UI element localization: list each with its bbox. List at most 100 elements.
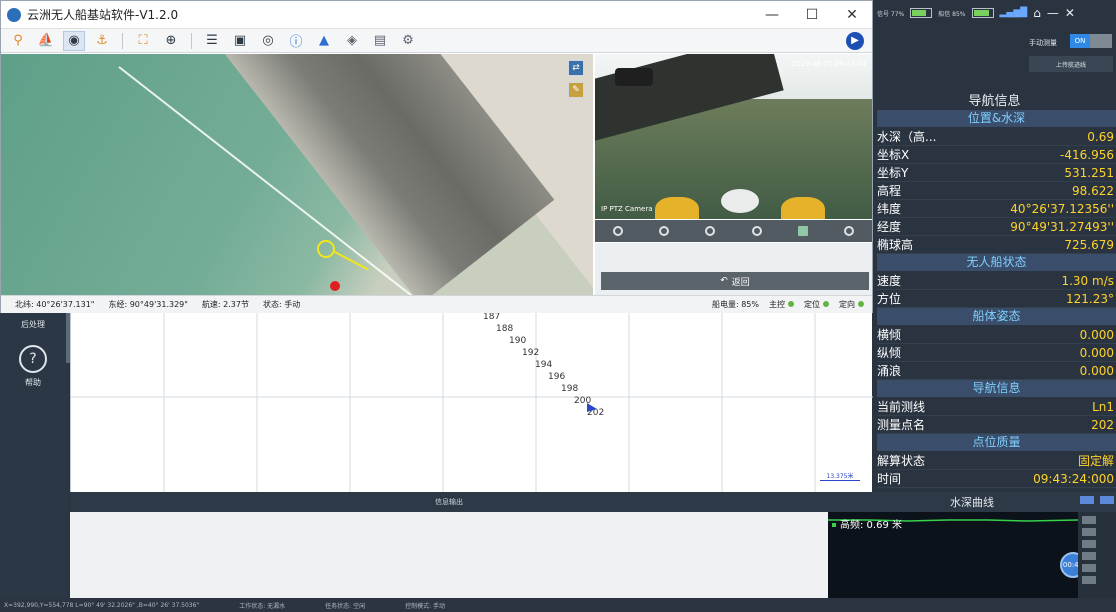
expand-icon[interactable]: ⛶: [132, 31, 154, 51]
info-label: 椭球高: [877, 238, 914, 252]
app-logo-icon: [7, 7, 21, 22]
back-button[interactable]: ↶ 返回: [601, 272, 869, 290]
close-panel-icon[interactable]: ✕: [1065, 6, 1075, 20]
status-dot-icon: [858, 301, 864, 307]
camera-snapshot-icon[interactable]: [797, 226, 808, 236]
info-row: 纬度 40°26'37.12356'': [877, 200, 1116, 218]
upload-track-button[interactable]: 上传航迹线: [1029, 56, 1113, 72]
home-icon[interactable]: ⌂: [1033, 6, 1041, 20]
camera-ctrl-icon[interactable]: [751, 226, 762, 236]
camera-label: IP PTZ Camera: [601, 205, 653, 213]
track-plot[interactable]: 187 188 190 192 194 196 198 200 202 13.375米: [70, 313, 873, 492]
camera-ctrl-icon[interactable]: [659, 226, 670, 236]
info-label: 高程: [877, 184, 902, 198]
info-row: 纵倾 0.000: [877, 344, 1116, 362]
camera-icon[interactable]: ◎: [257, 31, 279, 51]
panel-mini-button[interactable]: [1080, 496, 1094, 504]
minimize-panel-icon[interactable]: —: [1047, 6, 1059, 20]
track-point-label: 192: [522, 348, 539, 358]
section-title: 导航信息: [877, 380, 1116, 397]
back-label: 返回: [731, 277, 750, 288]
marker-icon[interactable]: ⚲: [7, 31, 29, 51]
close-button[interactable]: ✕: [832, 1, 872, 29]
minimize-button[interactable]: —: [752, 1, 792, 29]
list-icon[interactable]: ☰: [201, 31, 223, 51]
maximize-button[interactable]: ☐: [792, 1, 832, 29]
scale-bar: 13.375米: [820, 471, 860, 481]
depth-readout: 高频: 0.69 米: [832, 516, 902, 531]
battery-readout: 船电量: 85%: [711, 300, 759, 309]
map-tool-icon[interactable]: ✎: [568, 82, 584, 98]
nav-help[interactable]: ? 帮助: [0, 345, 66, 388]
manual-measure-toggle[interactable]: ON: [1070, 34, 1112, 48]
depth-panel: 水深曲线 高频: 0.69 米 00:47: [828, 492, 1116, 598]
battery-left-icon: [910, 8, 933, 18]
info-label: 解算状态: [877, 454, 926, 468]
info-row: 速度 1.30 m/s: [877, 272, 1116, 290]
panel-mini-button[interactable]: [1100, 496, 1114, 504]
track-point-label: 190: [509, 336, 526, 346]
camera-ctrl-icon[interactable]: [705, 226, 716, 236]
info-value: 725.679: [1064, 238, 1114, 252]
target-icon[interactable]: ⊕: [160, 31, 182, 51]
map-layer-icon[interactable]: ⇄: [568, 60, 584, 76]
signal-bars-icon: ▂▄▆█: [999, 8, 1028, 18]
info-label: 纬度: [877, 202, 902, 216]
latitude-readout: 北纬: 40°26'37.131": [15, 300, 95, 309]
settings-icon[interactable]: ⚙: [397, 31, 419, 51]
section-title: 船体姿态: [877, 308, 1116, 325]
info-row: 测量点名 202: [877, 416, 1116, 434]
info-value: Ln1: [1092, 400, 1114, 414]
section-title: 无人船状态: [877, 254, 1116, 271]
waypoint-icon[interactable]: ◈: [341, 31, 363, 51]
boat-icon[interactable]: ⛵: [35, 31, 57, 51]
battery-mid-fill: [973, 10, 989, 16]
nav-post-process[interactable]: 后处理: [0, 319, 66, 330]
camera-record-icon[interactable]: [843, 226, 854, 236]
info-label: 水深（高...: [877, 130, 937, 144]
heading-label: 定向: [839, 300, 855, 309]
record-icon[interactable]: ▤: [369, 31, 391, 51]
camera-ctrl-icon[interactable]: [613, 226, 624, 236]
camera-view[interactable]: 2019-08-01 09:43:24 IP PTZ Camera: [595, 54, 872, 219]
remote-control-icon[interactable]: ◉: [63, 30, 85, 51]
battery-left-fill: [912, 10, 927, 16]
signal-left-label: 信号 77%: [877, 10, 905, 18]
info-value: 90°49'31.27493'': [1010, 220, 1114, 234]
longitude-readout: 东经: 90°49'31.329": [108, 300, 188, 309]
task-state: 任务状态: 空闲: [325, 602, 366, 610]
window-title: 云洲无人船基站软件-V1.2.0: [27, 8, 179, 22]
map-view[interactable]: ⇄ ✎: [1, 54, 593, 295]
signal-mid-label: 船信 85%: [938, 10, 966, 18]
status-dot-icon: [823, 301, 829, 307]
manual-measure-label: 手动测量: [1029, 39, 1057, 47]
info-label: 纵倾: [877, 346, 902, 360]
info-value: 202: [1091, 418, 1114, 432]
status-bar: 北纬: 40°26'37.131" 东经: 90°49'31.329" 航速: …: [1, 295, 872, 313]
anchor-icon[interactable]: ⚓: [91, 31, 113, 51]
info-value: 98.622: [1072, 184, 1114, 198]
app-root: 云洲无人船基站软件-V1.2.0 — ☐ ✕ ⚲ ⛵ ◉ ⚓ ⛶ ⊕ ☰ ▣ ◎…: [0, 0, 1116, 612]
info-value: -416.956: [1060, 148, 1114, 162]
title-bar: 云洲无人船基站软件-V1.2.0 — ☐ ✕: [1, 1, 872, 29]
work-state: 工作状态: 无漏水: [239, 602, 286, 610]
info-row: 时间 09:43:24:000: [877, 470, 1116, 488]
nav-info-title: 导航信息: [968, 94, 1021, 109]
info-label: 横倾: [877, 328, 902, 342]
boat-marker[interactable]: [317, 240, 335, 258]
navigation-icon[interactable]: ▲: [313, 31, 335, 51]
track-point-label: 196: [548, 372, 565, 382]
info-value: 0.000: [1079, 346, 1114, 360]
track-point-label: 187: [483, 313, 500, 322]
output-title: 信息输出: [70, 492, 828, 512]
info-row: 当前测线 Ln1: [877, 398, 1116, 416]
nav-info-table: 位置&水深 水深（高... 0.69 坐标X -416.956 坐标Y 531.251 高程 9…: [877, 110, 1116, 488]
monitor-icon[interactable]: ▣: [229, 31, 251, 51]
status-dot-icon: [788, 301, 794, 307]
info-label: 坐标Y: [877, 166, 909, 180]
target-point[interactable]: [330, 281, 340, 291]
next-icon[interactable]: ▶: [846, 31, 864, 50]
battery-mid-icon: [971, 8, 994, 18]
info-icon[interactable]: ⓘ: [285, 31, 307, 51]
camera-timestamp: 2019-08-01 09:43:24: [791, 60, 866, 68]
